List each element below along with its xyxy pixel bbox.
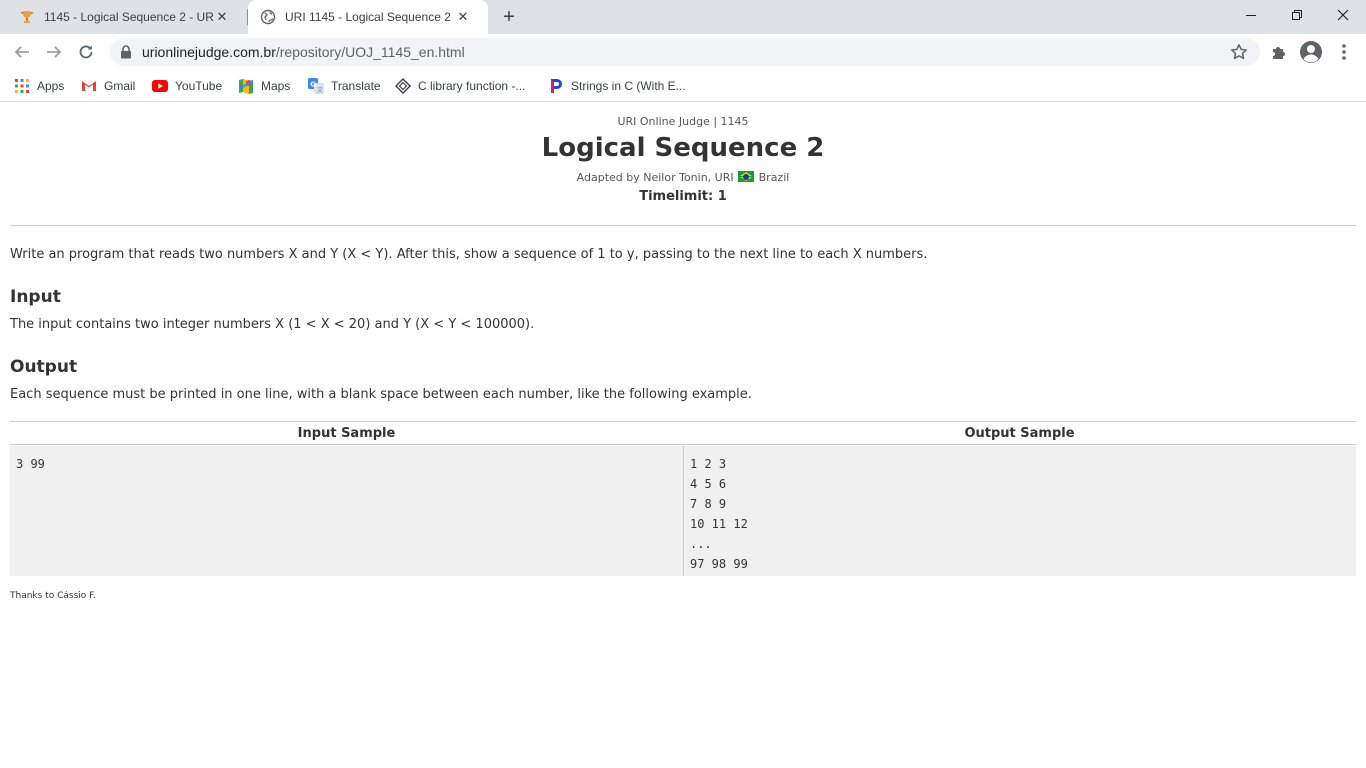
translate-icon: G文 [308,78,324,94]
bookmark-apps[interactable]: Apps [14,76,64,96]
lock-icon[interactable] [120,45,132,64]
adapted-by: Adapted by Neilor Tonin, URI Brazil [0,171,1366,184]
output-sample-line: 97 98 99 [690,557,748,571]
timelimit: Timelimit: 1 [639,189,727,204]
output-description: Each sequence must be printed in one lin… [10,387,752,402]
maps-icon [238,78,254,94]
output-sample-line: 1 2 3 [690,457,727,471]
url-path: /repository/UOJ_1145_en.html [275,44,465,60]
bookmark-star-icon[interactable] [1230,43,1248,66]
back-arrow-icon [14,46,29,58]
output-sample-header: Output Sample [683,422,1356,445]
samples-table: Input Sample Output Sample 3 99 1 2 3 4 … [10,421,1356,576]
bookmark-gmail[interactable]: Gmail [81,76,135,96]
youtube-icon [152,78,168,94]
bookmarks-bar: Apps Gmail YouTube Maps G文 Translate C l… [0,70,1366,102]
output-sample-line: 10 11 12 [690,517,748,531]
forward-button[interactable] [42,40,66,64]
profile-avatar-icon[interactable] [1299,40,1323,64]
menu-kebab-icon[interactable] [1332,40,1356,64]
tab-strip: 1145 - Logical Sequence 2 - URI Online J… [0,0,1366,34]
tab-title: 1145 - Logical Sequence 2 - URI Online J… [44,10,214,24]
programiz-icon [548,78,564,94]
bookmark-label: Strings in C (With E... [571,79,686,93]
svg-text:G: G [310,81,316,89]
forward-arrow-icon [47,46,62,58]
apps-grid-icon [14,78,30,94]
input-heading: Input [10,287,61,307]
output-heading: Output [10,357,78,377]
tab-uri-problem[interactable]: 1145 - Logical Sequence 2 - URI Online J… [0,0,247,34]
close-tab-icon[interactable]: ✕ [455,9,471,25]
reload-icon [79,45,93,59]
brazil-flag-icon [738,171,755,182]
input-sample-header: Input Sample [10,422,683,445]
address-bar[interactable]: urionlinejudge.com.br/repository/UOJ_114… [110,38,1260,66]
extensions-puzzle-icon[interactable] [1267,40,1291,64]
new-tab-button[interactable]: + [498,6,520,28]
page-content: URI Online Judge | 1145 Logical Sequence… [0,103,1366,768]
input-sample-line: 3 99 [16,457,45,471]
back-button[interactable] [10,40,34,64]
svg-text:文: 文 [317,86,323,94]
url-host: urionlinejudge.com.br [142,44,276,60]
tab-uri-1145[interactable]: URI 1145 - Logical Sequence 2 ✕ [248,0,488,34]
close-tab-icon[interactable]: ✕ [214,9,230,25]
bookmark-label: Translate [331,79,381,93]
tab-title: URI 1145 - Logical Sequence 2 [285,10,451,24]
bookmark-label: Apps [37,79,65,93]
bookmark-c-library[interactable]: C library function -... [395,76,525,96]
bookmark-translate[interactable]: G文 Translate [308,76,381,96]
output-sample-cell: 1 2 3 4 5 6 7 8 9 10 11 12 ... 97 98 99 [683,446,1356,576]
bookmark-label: Maps [261,79,291,93]
judge-header: URI Online Judge | 1145 [617,115,749,128]
bookmark-youtube[interactable]: YouTube [152,76,222,96]
browser-toolbar: urionlinejudge.com.br/repository/UOJ_114… [0,34,1366,70]
adapted-by-text: Adapted by Neilor Tonin, URI [576,171,734,184]
adapted-country: Brazil [758,171,790,184]
divider [10,225,1356,226]
output-sample-line: ... [690,537,712,551]
bookmark-maps[interactable]: Maps [238,76,290,96]
restore-button[interactable] [1274,0,1320,30]
globe-icon [260,9,276,25]
url-text[interactable]: urionlinejudge.com.br/repository/UOJ_114… [142,44,465,60]
thanks-note: Thanks to Cássio F. [10,591,96,601]
minimize-button[interactable] [1228,0,1274,30]
page-title: Logical Sequence 2 [541,133,825,163]
uri-trophy-icon [19,9,35,25]
bookmark-label: YouTube [175,79,223,93]
reload-button[interactable] [74,40,98,64]
diamond-icon [395,78,411,94]
input-description: The input contains two integer numbers X… [10,317,535,332]
bookmark-label: Gmail [104,79,136,93]
input-sample-cell: 3 99 [10,446,683,576]
output-sample-line: 7 8 9 [690,497,727,511]
bookmark-strings-in-c[interactable]: Strings in C (With E... [548,76,686,96]
close-window-button[interactable] [1320,0,1366,30]
gmail-icon [81,78,97,94]
bookmark-label: C library function -... [418,79,526,93]
problem-description: Write an program that reads two numbers … [10,247,928,262]
output-sample-line: 4 5 6 [690,477,727,491]
